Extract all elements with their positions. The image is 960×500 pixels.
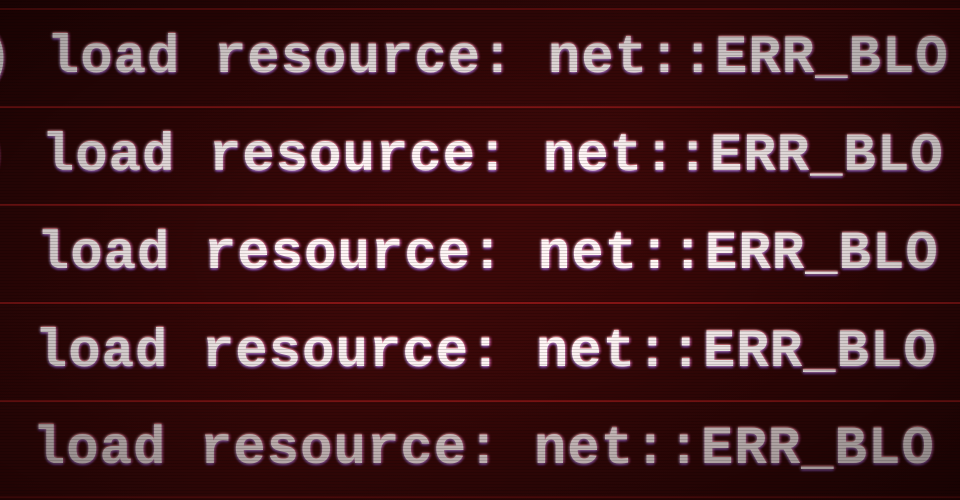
error-line: ) load resource: net::ERR_BLO (0, 302, 960, 400)
error-line: ) load resource: net::ERR_BLO (0, 106, 960, 204)
error-message: ) load resource: net::ERR_BLO (0, 28, 949, 89)
error-message: ) load resource: net::ERR_BLO (0, 224, 939, 285)
error-message: ) load resource: net::ERR_BLO (0, 419, 935, 480)
error-line: ) load resource: net::ERR_BLO (0, 8, 960, 106)
error-message: ) load resource: net::ERR_BLO (0, 322, 937, 383)
error-line: ) load resource: net::ERR_BLO (0, 400, 960, 498)
error-console: ) load resource: net::ERR_BLO ) load res… (0, 0, 960, 498)
error-line: ) load resource: net::ERR_BLO (0, 204, 960, 302)
error-message: ) load resource: net::ERR_BLO (0, 126, 944, 187)
